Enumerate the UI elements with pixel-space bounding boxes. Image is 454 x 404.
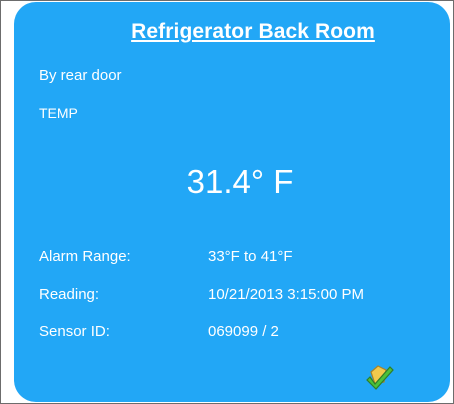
reading-label: Reading: bbox=[39, 286, 100, 303]
sensor-type: TEMP bbox=[39, 105, 78, 121]
alarm-range-value: 33°F to 41°F bbox=[208, 248, 293, 265]
sensor-id-label: Sensor ID: bbox=[39, 323, 110, 340]
sensor-id-value: 069099 / 2 bbox=[208, 323, 279, 340]
sensor-card[interactable]: Refrigerator Back Room By rear door TEMP… bbox=[14, 2, 450, 402]
temperature-reading: 31.4° F bbox=[186, 163, 294, 200]
alarm-range-label: Alarm Range: bbox=[39, 248, 131, 265]
reading-time-value: 10/21/2013 3:15:00 PM bbox=[208, 286, 364, 303]
checkmark-shield-icon bbox=[366, 362, 396, 392]
sensor-location: By rear door bbox=[39, 67, 122, 84]
sensor-title[interactable]: Refrigerator Back Room bbox=[98, 20, 408, 44]
